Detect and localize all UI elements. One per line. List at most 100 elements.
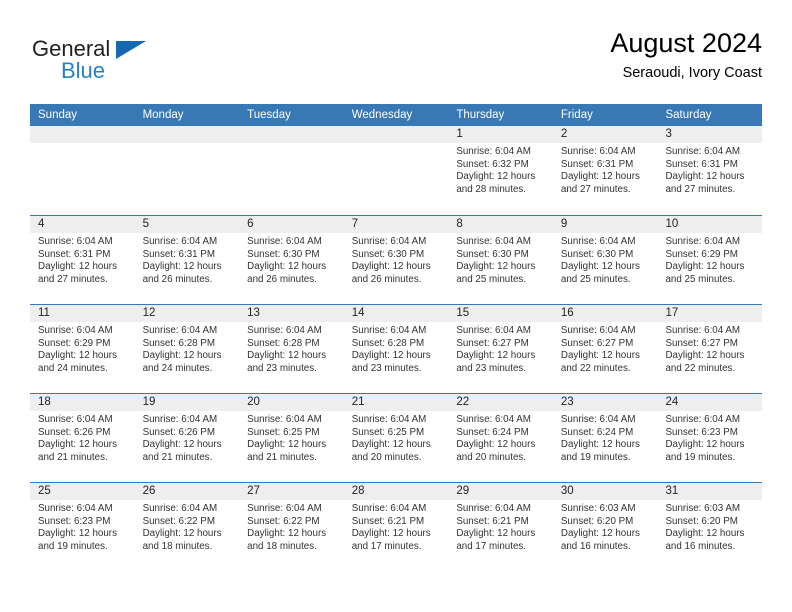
calendar-day-cell[interactable]: 23 Sunrise: 6:04 AM Sunset: 6:24 PM Dayligh…	[552, 394, 658, 482]
calendar-day-cell[interactable]: 15 Sunrise: 6:04 AM Sunset: 6:27 PM Dayligh…	[448, 305, 553, 393]
calendar-week-row: 25 Sunrise: 6:04 AM Sunset: 6:23 PM Dayligh…	[30, 482, 763, 571]
sunset-text: Sunset: 6:24 PM	[560, 426, 634, 438]
calendar-day-cell[interactable]: 3 Sunrise: 6:04 AM Sunset: 6:31 PM Daylight…	[657, 126, 763, 215]
calendar-day-cell[interactable]: 25 Sunrise: 6:04 AM Sunset: 6:23 PM Dayligh…	[30, 483, 135, 571]
day-number: 10	[657, 216, 763, 233]
calendar-day-cell[interactable]: 19 Sunrise: 6:04 AM Sunset: 6:26 PM Dayligh…	[134, 394, 240, 482]
calendar-day-cell[interactable]: 29 Sunrise: 6:04 AM Sunset: 6:21 PM Dayligh…	[448, 483, 553, 571]
dow-saturday: Saturday	[665, 109, 712, 121]
calendar-day-cell[interactable]: 17 Sunrise: 6:04 AM Sunset: 6:27 PM Dayligh…	[657, 305, 763, 393]
day-sun-info: Sunrise: 6:04 AM Sunset: 6:27 PM Daylight:…	[553, 322, 658, 375]
dow-thursday: Thursday	[456, 109, 505, 121]
sunrise-text: Sunrise: 6:04 AM	[351, 414, 427, 425]
daylight-text-line2: and 19 minutes.	[560, 451, 631, 463]
logo-text-blue: Blue	[61, 58, 106, 83]
daylight-text-line1: Daylight: 12 hours	[247, 528, 327, 540]
sunset-text: Sunset: 6:32 PM	[456, 158, 529, 170]
sunrise-text: Sunrise: 6:04 AM	[560, 414, 636, 425]
daylight-text-line2: and 19 minutes.	[665, 451, 736, 463]
calendar-day-cell[interactable]: 28 Sunrise: 6:04 AM Sunset: 6:21 PM Dayligh…	[343, 483, 449, 571]
daylight-text-line1: Daylight: 12 hours	[665, 350, 745, 362]
daylight-text-line1: Daylight: 12 hours	[665, 171, 745, 183]
daylight-text-line1: Daylight: 12 hours	[560, 171, 640, 183]
calendar-week-row: 11 Sunrise: 6:04 AM Sunset: 6:29 PM Dayligh…	[30, 304, 763, 393]
sunset-text: Sunset: 6:30 PM	[560, 248, 634, 260]
sunrise-text: Sunrise: 6:04 AM	[560, 325, 636, 336]
daylight-text-line2: and 16 minutes.	[560, 540, 631, 552]
day-number: 15	[448, 305, 553, 322]
calendar-weeks: 1 Sunrise: 6:04 AM Sunset: 6:32 PM Daylight…	[30, 126, 763, 571]
calendar-day-cell[interactable]: 16 Sunrise: 6:04 AM Sunset: 6:27 PM Dayligh…	[552, 305, 658, 393]
daylight-text-line1: Daylight: 12 hours	[560, 439, 640, 451]
calendar-day-cell[interactable]: 1 Sunrise: 6:04 AM Sunset: 6:32 PM Daylight…	[448, 126, 553, 215]
calendar-day-cell[interactable]: 30 Sunrise: 6:03 AM Sunset: 6:20 PM Dayligh…	[552, 483, 658, 571]
day-number: 25	[30, 483, 135, 500]
daylight-text-line2: and 25 minutes.	[665, 273, 736, 285]
calendar-day-cell[interactable]: 13 Sunrise: 6:04 AM Sunset: 6:28 PM Dayligh…	[239, 305, 344, 393]
general-blue-logo[interactable]: General Blue	[30, 28, 210, 88]
day-number: 20	[239, 394, 344, 411]
day-sun-info: Sunrise: 6:04 AM Sunset: 6:25 PM Daylight:…	[239, 411, 344, 464]
day-number: 27	[239, 483, 344, 500]
calendar-day-cell[interactable]: 4 Sunrise: 6:04 AM Sunset: 6:31 PM Daylight…	[30, 216, 135, 304]
day-sun-info: Sunrise: 6:03 AM Sunset: 6:20 PM Daylight:…	[657, 500, 762, 553]
dow-monday: Monday	[142, 109, 184, 121]
calendar-day-cell[interactable]: 11 Sunrise: 6:04 AM Sunset: 6:29 PM Dayligh…	[30, 305, 135, 393]
day-number: 6	[239, 216, 344, 233]
sunset-text: Sunset: 6:23 PM	[38, 515, 111, 527]
page-title: August 2024	[610, 28, 762, 58]
calendar-grid: Sunday Monday Tuesday Wednesday Thursday…	[30, 104, 763, 571]
calendar-day-cell[interactable]: 2 Sunrise: 6:04 AM Sunset: 6:31 PM Daylight…	[552, 126, 658, 215]
calendar-page: General Blue August 2024 Seraoudi, Ivory…	[0, 0, 792, 612]
sunrise-text: Sunrise: 6:04 AM	[247, 503, 322, 514]
calendar-day-cell[interactable]: 21 Sunrise: 6:04 AM Sunset: 6:25 PM Dayligh…	[343, 394, 449, 482]
sunrise-text: Sunrise: 6:04 AM	[247, 414, 322, 425]
calendar-day-cell[interactable]: 22 Sunrise: 6:04 AM Sunset: 6:24 PM Dayligh…	[448, 394, 553, 482]
sunset-text: Sunset: 6:22 PM	[247, 515, 320, 527]
daylight-text-line2: and 16 minutes.	[665, 540, 736, 552]
sunset-text: Sunset: 6:26 PM	[38, 426, 111, 438]
triangle-icon	[116, 41, 146, 59]
daylight-text-line1: Daylight: 12 hours	[351, 261, 431, 273]
calendar-day-cell[interactable]: 26 Sunrise: 6:04 AM Sunset: 6:22 PM Dayligh…	[134, 483, 240, 571]
sunrise-text: Sunrise: 6:04 AM	[142, 503, 218, 514]
calendar-day-cell[interactable]: 9 Sunrise: 6:04 AM Sunset: 6:30 PM Daylight…	[552, 216, 658, 304]
calendar-day-cell[interactable]: 6 Sunrise: 6:04 AM Sunset: 6:30 PM Daylight…	[239, 216, 344, 304]
calendar-day-cell[interactable]: 27 Sunrise: 6:04 AM Sunset: 6:22 PM Dayligh…	[239, 483, 344, 571]
calendar-day-cell[interactable]: 31 Sunrise: 6:03 AM Sunset: 6:20 PM Dayligh…	[657, 483, 763, 571]
sunrise-text: Sunrise: 6:03 AM	[665, 503, 741, 514]
calendar-day-cell[interactable]: 24 Sunrise: 6:04 AM Sunset: 6:23 PM Dayligh…	[657, 394, 763, 482]
day-number: 12	[134, 305, 240, 322]
calendar-day-cell[interactable]: 10 Sunrise: 6:04 AM Sunset: 6:29 PM Dayligh…	[657, 216, 763, 304]
daylight-text-line2: and 25 minutes.	[560, 273, 631, 285]
day-number: 30	[552, 483, 658, 500]
calendar-day-cell[interactable]: 12 Sunrise: 6:04 AM Sunset: 6:28 PM Dayligh…	[134, 305, 240, 393]
daylight-text-line2: and 17 minutes.	[456, 540, 527, 552]
calendar-day-cell[interactable]: 14 Sunrise: 6:04 AM Sunset: 6:28 PM Dayligh…	[343, 305, 449, 393]
dow-friday: Friday	[560, 109, 593, 121]
day-sun-info: Sunrise: 6:04 AM Sunset: 6:28 PM Daylight:…	[344, 322, 449, 375]
calendar-day-cell[interactable]: 7 Sunrise: 6:04 AM Sunset: 6:30 PM Daylight…	[343, 216, 449, 304]
sunset-text: Sunset: 6:26 PM	[142, 426, 216, 438]
calendar-day-cell[interactable]: 5 Sunrise: 6:04 AM Sunset: 6:31 PM Daylight…	[134, 216, 240, 304]
day-number: 3	[657, 126, 763, 143]
day-number: 8	[448, 216, 553, 233]
calendar-day-cell[interactable]: 20 Sunrise: 6:04 AM Sunset: 6:25 PM Dayligh…	[239, 394, 344, 482]
day-number: 31	[657, 483, 763, 500]
day-sun-info: Sunrise: 6:04 AM Sunset: 6:30 PM Daylight:…	[448, 233, 553, 286]
daylight-text-line2: and 26 minutes.	[351, 273, 422, 285]
calendar-day-cell[interactable]: 18 Sunrise: 6:04 AM Sunset: 6:26 PM Dayligh…	[30, 394, 135, 482]
day-number: 13	[239, 305, 344, 322]
day-number: 7	[343, 216, 449, 233]
sunset-text: Sunset: 6:20 PM	[665, 515, 738, 527]
daylight-text-line1: Daylight: 12 hours	[665, 261, 745, 273]
sunrise-text: Sunrise: 6:04 AM	[456, 146, 531, 157]
day-sun-info: Sunrise: 6:04 AM Sunset: 6:27 PM Daylight:…	[657, 322, 762, 375]
daylight-text-line1: Daylight: 12 hours	[247, 439, 327, 451]
daylight-text-line2: and 28 minutes.	[456, 183, 527, 195]
calendar-day-cell[interactable]: 8 Sunrise: 6:04 AM Sunset: 6:30 PM Daylight…	[448, 216, 553, 304]
day-number: 2	[552, 126, 658, 143]
sunrise-text: Sunrise: 6:04 AM	[665, 236, 741, 247]
daylight-text-line2: and 26 minutes.	[247, 273, 317, 285]
day-number: 11	[30, 305, 135, 322]
